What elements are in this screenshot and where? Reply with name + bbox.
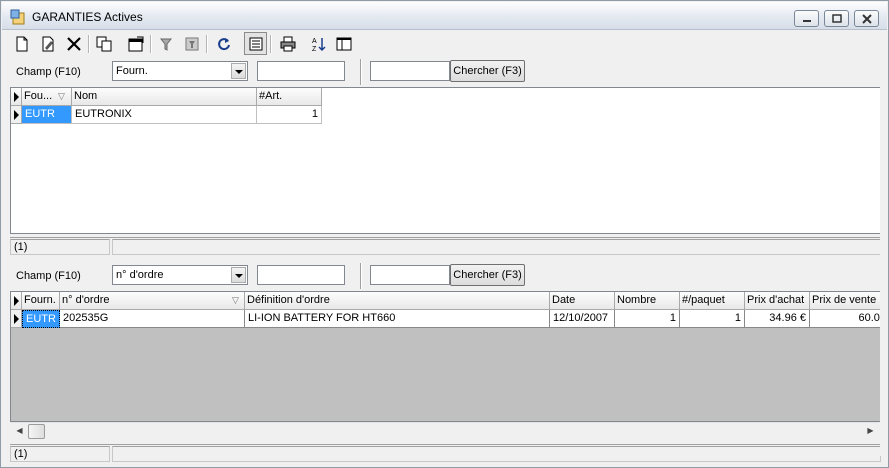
toolbar-separator — [150, 35, 152, 53]
close-icon — [862, 14, 872, 24]
column-header-achat[interactable]: Prix d'achat — [745, 292, 810, 310]
edit-button[interactable] — [36, 32, 59, 55]
sort-button[interactable]: AZ — [307, 32, 330, 55]
column-header-nombre[interactable]: Nombre — [615, 292, 680, 310]
sort-indicator-icon: ▽ — [58, 91, 65, 101]
close-button[interactable] — [854, 10, 879, 27]
filter-apply-icon — [185, 37, 199, 51]
field-combo[interactable]: Fourn. — [112, 61, 248, 81]
field-label: Champ (F10) — [16, 66, 81, 78]
status-panel — [112, 239, 881, 255]
cell-achat[interactable]: 34.96 € — [745, 310, 810, 328]
field-combo[interactable]: n° d'ordre — [112, 265, 248, 285]
column-header-vente[interactable]: Prix de vente H — [810, 292, 880, 310]
cell-ordre[interactable]: 202535G — [60, 310, 245, 328]
svg-text:Z: Z — [312, 46, 317, 52]
column-header-date[interactable]: Date — [550, 292, 615, 310]
grid-corner — [11, 88, 22, 106]
horizontal-scrollbar[interactable]: ◀ ▶ — [11, 422, 879, 439]
cell-nom[interactable]: EUTRONIX — [72, 106, 257, 124]
column-header-paquet[interactable]: #/paquet — [680, 292, 745, 310]
cell-nombre[interactable]: 1 — [615, 310, 680, 328]
cell-art[interactable]: 1 — [257, 106, 322, 124]
copy-button[interactable] — [92, 32, 115, 55]
cell-vente[interactable]: 60.00 — [810, 310, 880, 328]
new-button[interactable] — [10, 32, 33, 55]
suppliers-grid[interactable]: Fou... ▽ Nom #Art. EUTR EUTRONIX 1 — [10, 87, 881, 234]
row-indicator-icon — [11, 106, 22, 124]
filter-input[interactable] — [257, 265, 345, 285]
print-button[interactable] — [276, 32, 299, 55]
chevron-down-icon[interactable] — [231, 267, 246, 283]
field-combo-value: Fourn. — [116, 65, 148, 77]
delete-button[interactable] — [62, 32, 85, 55]
sort-az-icon: AZ — [312, 38, 326, 52]
bottom-status-bar: (1) — [10, 444, 881, 462]
delete-icon — [67, 37, 81, 51]
toolbar-separator — [88, 35, 90, 53]
app-icon — [10, 9, 25, 25]
minimize-button[interactable] — [794, 10, 819, 27]
scroll-left-icon[interactable]: ◀ — [11, 423, 28, 440]
column-header-ordre[interactable]: n° d'ordre — [60, 292, 245, 310]
field-label: Champ (F10) — [16, 270, 81, 282]
cell-definition[interactable]: LI-ION BATTERY FOR HT660 — [245, 310, 550, 328]
row-indicator-icon — [11, 310, 22, 328]
properties-button[interactable] — [124, 32, 147, 55]
window: GARANTIES Actives A Z Champ (F10) Fourn.… — [0, 0, 889, 468]
toolbar-separator — [206, 35, 208, 53]
scroll-thumb[interactable] — [28, 424, 45, 439]
scroll-right-icon[interactable]: ▶ — [862, 423, 879, 440]
columns-button[interactable] — [332, 32, 355, 55]
filter-apply-button[interactable] — [180, 32, 203, 55]
minimize-icon — [803, 20, 811, 22]
grid-corner — [11, 292, 22, 310]
copy-icon — [96, 36, 112, 52]
refresh-icon — [218, 38, 230, 51]
divider — [360, 59, 362, 85]
chevron-down-icon[interactable] — [231, 63, 246, 79]
splitter[interactable] — [880, 86, 887, 456]
column-header-nom[interactable]: Nom — [72, 88, 257, 106]
status-panel — [112, 446, 881, 462]
column-header-definition[interactable]: Définition d'ordre — [245, 292, 550, 310]
cell-fourn[interactable]: EUTR — [22, 310, 60, 328]
restore-icon — [832, 14, 842, 23]
maximize-button[interactable] — [824, 10, 849, 27]
field-combo-value: n° d'ordre — [116, 269, 164, 281]
record-count: (1) — [10, 239, 110, 255]
cell-paquet[interactable]: 1 — [680, 310, 745, 328]
top-status-bar: (1) — [10, 237, 881, 255]
orders-grid[interactable]: Fourn. n° d'ordre ▽ Définition d'ordre D… — [10, 291, 881, 422]
search-input[interactable] — [370, 61, 450, 81]
title-bar[interactable]: GARANTIES Actives — [2, 2, 887, 30]
search-button[interactable]: Chercher (F3) — [450, 264, 525, 286]
new-icon — [16, 36, 28, 52]
sort-indicator-icon: ▽ — [232, 295, 239, 305]
filter-button[interactable] — [155, 32, 178, 55]
detail-view-button[interactable] — [244, 32, 267, 55]
cell-code[interactable]: EUTR — [22, 106, 72, 124]
column-header-art[interactable]: #Art. — [257, 88, 322, 106]
edit-icon — [42, 36, 54, 52]
properties-icon — [128, 36, 144, 52]
filter-input[interactable] — [257, 61, 345, 81]
window-title: GARANTIES Actives — [32, 10, 143, 24]
columns-icon — [336, 37, 352, 51]
column-header-fourn[interactable]: Fourn. — [22, 292, 60, 310]
record-count: (1) — [10, 446, 110, 462]
refresh-button[interactable] — [212, 32, 235, 55]
toolbar-separator — [270, 35, 272, 53]
filter-icon — [159, 38, 173, 51]
detail-view-icon — [249, 37, 263, 51]
search-input[interactable] — [370, 265, 450, 285]
svg-text:A: A — [312, 38, 317, 45]
search-button[interactable]: Chercher (F3) — [450, 60, 525, 82]
print-icon — [280, 36, 296, 52]
divider — [360, 263, 362, 289]
cell-date[interactable]: 12/10/2007 — [550, 310, 615, 328]
